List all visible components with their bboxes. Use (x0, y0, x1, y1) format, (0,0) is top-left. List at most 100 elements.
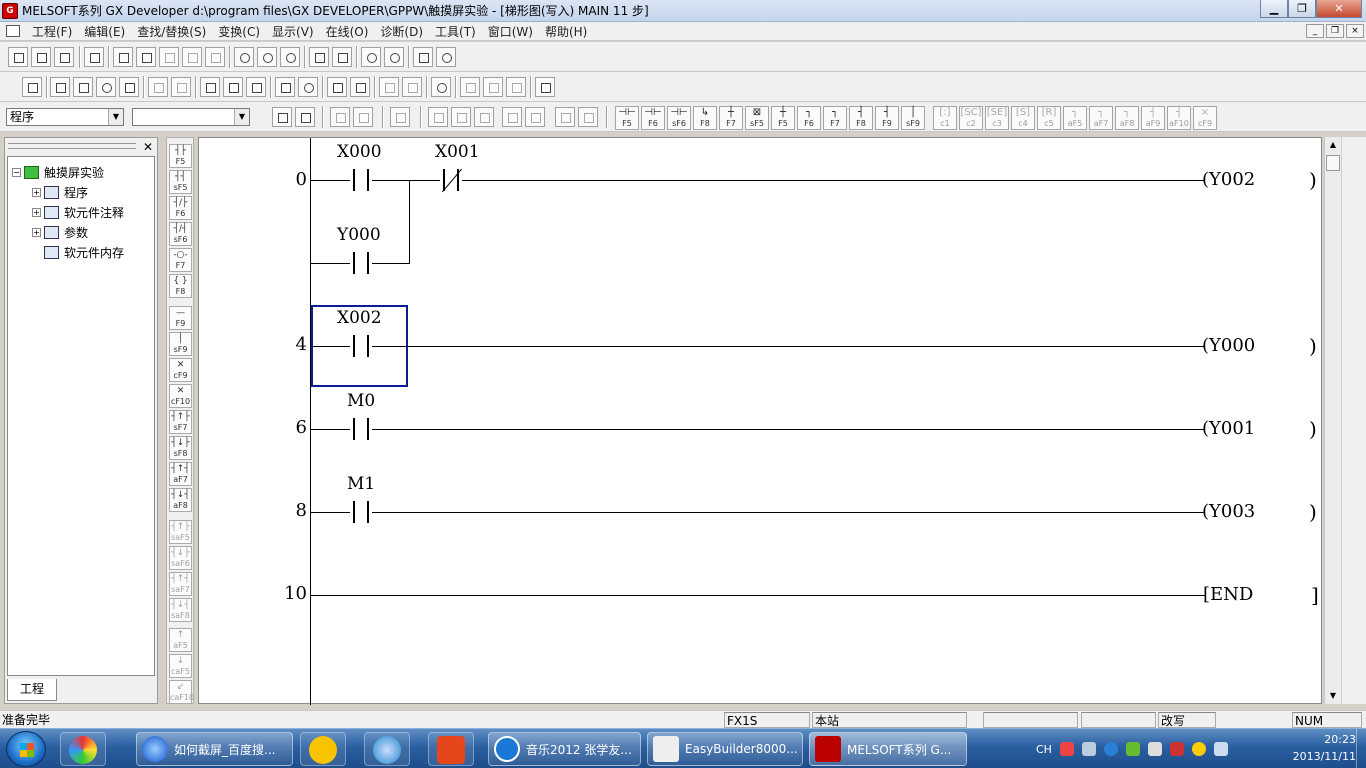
paste-icon[interactable] (159, 47, 179, 67)
kugou-tray-icon[interactable] (1103, 742, 1118, 756)
undo-icon[interactable] (182, 47, 202, 67)
coil-y001[interactable]: (Y001 (1202, 418, 1255, 440)
chevron-down-icon[interactable]: ▼ (108, 109, 123, 125)
coil-y003[interactable]: (Y003 (1202, 501, 1255, 523)
sfc-edit-icon[interactable] (402, 77, 422, 97)
show-desktop-button[interactable] (1356, 729, 1366, 768)
ladder-symbol-f6-button[interactable]: ┐ F6 (797, 106, 821, 130)
ladder-symbol-c1-button[interactable]: [:] c1 (933, 106, 957, 130)
tab-project[interactable]: 工程 (7, 679, 57, 701)
taskbar-pin[interactable] (60, 732, 106, 766)
write-mode-icon[interactable] (171, 77, 191, 97)
expand-icon[interactable]: + (32, 207, 41, 217)
tree-item-device-memory[interactable]: 软元件内存 (44, 243, 124, 261)
ladder-key-af5-button[interactable]: ↑ aF5 (169, 628, 192, 652)
network-icon[interactable] (1213, 742, 1228, 756)
ladder-key-caf10-button[interactable]: ↙ caF10 (169, 680, 194, 704)
parallel-branch-icon[interactable] (578, 107, 598, 127)
menu-view[interactable]: 显示(V) (266, 23, 320, 40)
expand-icon[interactable]: + (32, 227, 41, 237)
scroll-thumb[interactable] (1326, 155, 1340, 171)
taskbar-pin[interactable] (300, 732, 346, 766)
close-icon[interactable]: ✕ (143, 140, 153, 154)
ladder-key-f6-button[interactable]: ┤/├ F6 (169, 196, 192, 220)
convert-all-icon[interactable] (223, 77, 243, 97)
ladder-symbol-c4-button[interactable]: [S] c4 (1011, 106, 1035, 130)
ladder-key-f7-button[interactable]: -○- F7 (169, 248, 192, 272)
program-list-icon[interactable] (22, 77, 42, 97)
no-contact-x002[interactable] (350, 335, 372, 357)
plc-write-icon[interactable] (309, 47, 329, 67)
ladder-view-icon[interactable] (50, 77, 70, 97)
ladder-symbol-f9-button[interactable]: ┤ F9 (875, 106, 899, 130)
print-icon[interactable] (84, 47, 104, 67)
menu-edit[interactable]: 编辑(E) (78, 23, 131, 40)
ladder-symbol-f8-button[interactable]: ┤ F8 (849, 106, 873, 130)
find-device-icon[interactable] (234, 47, 254, 67)
jump-icon[interactable] (525, 107, 545, 127)
plc-read-icon[interactable] (332, 47, 352, 67)
ladder-symbol-af8-button[interactable]: ┐ aF8 (1115, 106, 1139, 130)
taskbar-pin[interactable] (364, 732, 410, 766)
tray-arrow-icon[interactable] (1081, 742, 1096, 756)
ladder-key-sf6-button[interactable]: ┤/┤ sF6 (169, 222, 192, 246)
collapse-icon[interactable]: − (12, 167, 21, 177)
mdi-maximize-button[interactable]: ❐ (1326, 24, 1344, 38)
ladder-key-f9-button[interactable]: — F9 (169, 306, 192, 330)
menu-convert[interactable]: 变换(C) (212, 23, 266, 40)
clock[interactable]: 20:23 2013/11/11 (1293, 731, 1356, 765)
ladder-symbol-f6-button[interactable]: ⊣⊢ F6 (641, 106, 665, 130)
ladder-symbol-f7-button[interactable]: ┼ F7 (719, 106, 743, 130)
selective-branch-icon[interactable] (555, 107, 575, 127)
ladder-key-saf5-button[interactable]: ┤↑├ saF5 (169, 520, 192, 544)
sfc-block-icon[interactable] (353, 107, 373, 127)
scroll-down-icon[interactable]: ▼ (1325, 688, 1341, 704)
no-contact-m0[interactable] (350, 418, 372, 440)
taskbar-pin[interactable] (428, 732, 474, 766)
no-contact-y000[interactable] (350, 252, 372, 274)
sfc-symbol-icon[interactable] (330, 107, 350, 127)
menu-window[interactable]: 窗口(W) (482, 23, 539, 40)
tree-toggle-icon[interactable] (295, 107, 315, 127)
language-indicator[interactable]: CH (1036, 743, 1052, 756)
ladder-key-f5-button[interactable]: ┤├ F5 (169, 144, 192, 168)
task-ie-baidu[interactable]: 如何截屏_百度搜... (136, 732, 293, 766)
device-search-icon[interactable] (431, 77, 451, 97)
task-kugou-music[interactable]: 音乐2012 张学友... (488, 732, 641, 766)
menu-find-replace[interactable]: 查找/替换(S) (131, 23, 212, 40)
document-icon[interactable] (6, 25, 20, 37)
ladder-key-cf10-button[interactable]: ✕ cF10 (169, 384, 192, 408)
mdi-minimize-button[interactable]: _ (1306, 24, 1324, 38)
ladder-key-af7-button[interactable]: ┤↑┤ aF7 (169, 462, 192, 486)
find-instruction-icon[interactable] (257, 47, 277, 67)
ladder-key-saf6-button[interactable]: ┤↓├ saF6 (169, 546, 192, 570)
data-type-combo[interactable]: 程序 ▼ (6, 108, 124, 126)
ladder-write-icon[interactable] (73, 77, 93, 97)
ladder-symbol-f5-button[interactable]: ┼ F5 (771, 106, 795, 130)
ladder-symbol-sf5-button[interactable]: ⊠ sF5 (745, 106, 769, 130)
open-folder-icon[interactable] (31, 47, 51, 67)
gx-developer-icon[interactable]: G (2, 2, 18, 19)
ladder-key-sf9-button[interactable]: │ sF9 (169, 332, 192, 356)
ladder-key-sf7-button[interactable]: ┤↑├ sF7 (169, 410, 192, 434)
mdi-close-button[interactable]: × (1346, 24, 1364, 38)
menu-diagnostics[interactable]: 诊断(D) (374, 23, 429, 40)
ladder-symbol-c2-button[interactable]: [SC] c2 (959, 106, 983, 130)
step-down-icon[interactable] (460, 77, 480, 97)
device-batch-icon[interactable] (413, 47, 433, 67)
start-button[interactable] (6, 731, 46, 767)
ladder-edit-icon[interactable] (119, 77, 139, 97)
ladder-editor[interactable]: 0 X000 X001 (Y002 ) Y000 4 X002 (Y000 ) … (198, 137, 1322, 705)
ladder-symbol-sf6-button[interactable]: ⊣⊢ sF6 (667, 106, 691, 130)
title-bar[interactable]: G MELSOFT系列 GX Developer d:\program file… (0, 0, 1366, 22)
tree-item-device-comment[interactable]: + 软元件注释 (32, 203, 124, 221)
new-file-icon[interactable] (8, 47, 28, 67)
read-mode-icon[interactable] (148, 77, 168, 97)
task-gx-developer[interactable]: MELSOFT系列 G... (809, 732, 967, 766)
close-button[interactable]: ✕ (1316, 0, 1362, 18)
comment-display-icon[interactable] (275, 77, 295, 97)
find-step-icon[interactable] (280, 47, 300, 67)
monitor-icon[interactable] (361, 47, 381, 67)
vertical-scrollbar[interactable]: ▲ ▼ (1324, 137, 1341, 704)
ladder-symbol-cf9-button[interactable]: × cF9 (1193, 106, 1217, 130)
